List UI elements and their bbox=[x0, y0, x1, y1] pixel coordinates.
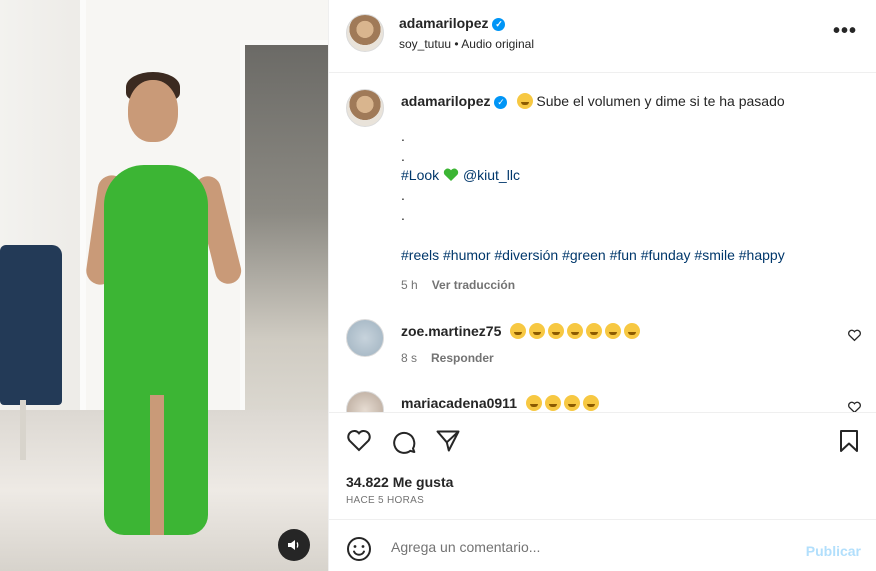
mention-kiut[interactable]: @kiut_llc bbox=[463, 167, 520, 183]
share-send-icon[interactable] bbox=[435, 428, 461, 454]
comment-composer: Publicar bbox=[329, 520, 876, 571]
caption-meta: 5 h Ver traducción bbox=[401, 278, 515, 292]
translate-link[interactable]: Ver traducción bbox=[432, 278, 515, 292]
speaker-icon bbox=[288, 540, 299, 550]
commenter-avatar[interactable] bbox=[346, 391, 384, 412]
audio-separator: • bbox=[451, 37, 462, 51]
media-person-leg bbox=[150, 395, 164, 535]
caption-text-row: Sube el volumen y dime si te ha pasado bbox=[517, 93, 785, 109]
comment-username[interactable]: mariacadena0911 bbox=[401, 395, 517, 411]
audio-line: soy_tutuu • Audio original bbox=[399, 37, 534, 51]
author-avatar[interactable] bbox=[346, 14, 384, 52]
caption-hashtags[interactable]: #reels #humor #diversión #green #fun #fu… bbox=[401, 246, 785, 266]
comment-meta: 8 s Responder bbox=[401, 351, 494, 365]
hashtag-look[interactable]: #Look bbox=[401, 167, 439, 183]
laughing-emoji-row bbox=[525, 395, 602, 411]
comment-bubble-icon[interactable] bbox=[391, 428, 417, 454]
media-chair bbox=[0, 245, 62, 405]
comment-time[interactable]: 8 s bbox=[401, 351, 417, 365]
comment-username[interactable]: zoe.martinez75 bbox=[401, 323, 501, 339]
caption-look-line: #Look @kiut_llc bbox=[401, 166, 785, 186]
caption-time[interactable]: 5 h bbox=[401, 278, 418, 292]
laughing-emoji-icon bbox=[582, 395, 599, 411]
laughing-emoji-icon bbox=[605, 323, 622, 339]
laughing-emoji-icon bbox=[510, 323, 527, 339]
post-timestamp: HACE 5 HORAS bbox=[346, 495, 425, 506]
comments-list[interactable]: adamarilopez ✓ Sube el volumen y dime si … bbox=[329, 72, 876, 412]
caption-dot: . bbox=[401, 147, 405, 164]
comment: mariacadena0911 bbox=[401, 395, 602, 411]
comment: zoe.martinez75 bbox=[401, 323, 643, 339]
media-chair-leg bbox=[20, 400, 26, 460]
comment-like-heart-icon[interactable] bbox=[848, 329, 861, 342]
caption-username[interactable]: adamarilopez bbox=[401, 93, 490, 109]
verified-badge-icon: ✓ bbox=[492, 17, 506, 31]
commenter-avatar[interactable] bbox=[346, 319, 384, 357]
audio-label[interactable]: Audio original bbox=[461, 37, 534, 51]
comment-like-heart-icon[interactable] bbox=[848, 401, 861, 412]
laughing-emoji-icon bbox=[544, 395, 561, 411]
sound-toggle-button[interactable] bbox=[278, 529, 310, 561]
caption-author-avatar[interactable] bbox=[346, 89, 384, 127]
likes-count[interactable]: 34.822 Me gusta bbox=[346, 474, 453, 490]
laughing-emoji-icon bbox=[624, 323, 641, 339]
post-header: adamarilopez ✓ soy_tutuu • Audio original… bbox=[329, 0, 876, 73]
laughing-emoji-icon bbox=[525, 395, 542, 411]
audio-owner[interactable]: soy_tutuu bbox=[399, 37, 451, 51]
laughing-emoji-icon bbox=[548, 323, 565, 339]
post-actions: 34.822 Me gusta HACE 5 HORAS bbox=[329, 412, 876, 520]
media-person-head bbox=[128, 80, 178, 142]
laughing-emoji-icon bbox=[529, 323, 546, 339]
laughing-emoji-row bbox=[510, 323, 643, 339]
author-username[interactable]: adamarilopez bbox=[399, 15, 488, 31]
caption-dot: . bbox=[401, 128, 405, 144]
caption-text: Sube el volumen y dime si te ha pasado bbox=[536, 93, 785, 109]
green-heart-icon bbox=[443, 168, 459, 182]
caption-dot: . bbox=[401, 187, 405, 204]
smiling-emoji-icon bbox=[517, 93, 534, 109]
like-heart-icon[interactable] bbox=[346, 428, 372, 454]
post-side-panel: adamarilopez ✓ soy_tutuu • Audio original… bbox=[328, 0, 876, 571]
author-username-row: adamarilopez ✓ bbox=[399, 15, 506, 31]
reply-button[interactable]: Responder bbox=[431, 351, 494, 365]
more-options-icon[interactable]: ••• bbox=[833, 20, 857, 43]
post-media[interactable] bbox=[0, 0, 328, 571]
publish-button[interactable]: Publicar bbox=[806, 543, 861, 559]
caption-dot: . bbox=[401, 206, 405, 223]
caption-body: . . #Look @kiut_llc . . #reels #humor #d… bbox=[401, 127, 785, 265]
save-bookmark-icon[interactable] bbox=[836, 428, 862, 454]
media-glass-door bbox=[240, 40, 328, 470]
laughing-emoji-icon bbox=[563, 395, 580, 411]
laughing-emoji-icon bbox=[586, 323, 603, 339]
comment-input[interactable] bbox=[389, 534, 773, 560]
laughing-emoji-icon bbox=[567, 323, 584, 339]
verified-badge-icon: ✓ bbox=[494, 95, 508, 109]
emoji-picker-icon[interactable] bbox=[346, 536, 372, 562]
caption-heading: adamarilopez ✓ Sube el volumen y dime si … bbox=[401, 93, 785, 109]
